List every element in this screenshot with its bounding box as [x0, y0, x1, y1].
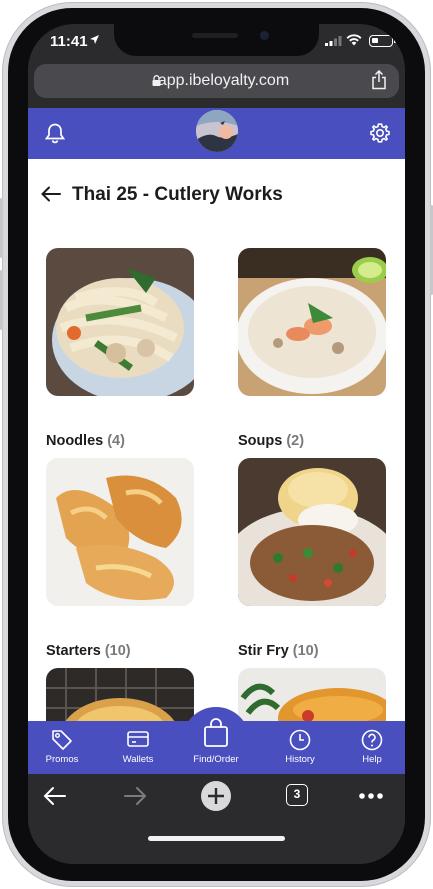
volume-up-button [0, 198, 3, 258]
browser-back-icon[interactable] [42, 784, 68, 808]
home-indicator[interactable] [148, 836, 285, 841]
category-name: Starters [46, 643, 101, 659]
category-image-stir-fry[interactable] [238, 458, 386, 606]
tab-help[interactable]: Help [342, 721, 402, 774]
screen: 11:41 app.ibeloyalty.com Thai 25 - Cutle… [28, 24, 405, 864]
category-label-starters[interactable]: Starters (10) [46, 643, 131, 659]
avatar-image [196, 110, 238, 152]
avatar[interactable] [196, 110, 238, 152]
address-bar[interactable]: app.ibeloyalty.com [34, 64, 399, 98]
tabs-count-button[interactable]: 3 [286, 784, 308, 806]
tag-icon [52, 730, 72, 750]
tab-wallets[interactable]: Wallets [108, 721, 168, 774]
category-label-soups[interactable]: Soups (2) [238, 433, 304, 449]
category-count: (10) [104, 643, 131, 659]
category-count: (10) [292, 643, 319, 659]
shopping-bag-icon [204, 718, 228, 747]
url-text: app.ibeloyalty.com [34, 72, 399, 90]
battery-icon [369, 35, 393, 47]
category-image-5[interactable] [46, 668, 194, 721]
category-label-stir-fry[interactable]: Stir Fry (10) [238, 643, 319, 659]
category-image-noodles[interactable] [46, 248, 194, 396]
category-count: (4) [107, 433, 125, 449]
gear-icon[interactable] [369, 122, 391, 144]
location-arrow-icon [90, 35, 99, 44]
clock-icon [289, 729, 311, 751]
category-name: Soups [238, 433, 283, 449]
more-icon[interactable] [358, 792, 384, 800]
share-icon[interactable] [371, 70, 387, 90]
tab-history[interactable]: History [270, 721, 330, 774]
category-label-noodles[interactable]: Noodles (4) [46, 433, 125, 449]
notch [114, 24, 319, 56]
browser-toolbar: 3 [28, 774, 405, 864]
app-header [28, 108, 405, 159]
front-camera [260, 31, 269, 40]
tab-label: Find/Order [193, 754, 239, 765]
tabs-count: 3 [293, 787, 301, 801]
category-image-soups[interactable] [238, 248, 386, 396]
volume-down-button [0, 270, 3, 330]
url-value: app.ibeloyalty.com [157, 72, 290, 89]
tab-label: History [285, 754, 315, 765]
back-arrow-icon[interactable] [40, 185, 62, 203]
tab-label: Help [362, 754, 382, 765]
wifi-icon [346, 34, 362, 46]
wallet-card-icon [127, 731, 149, 747]
browser-forward-icon[interactable] [122, 784, 148, 808]
status-time: 11:41 [50, 33, 88, 50]
battery-tip [394, 38, 396, 43]
page-title: Thai 25 - Cutlery Works [72, 184, 283, 205]
category-image-6[interactable] [238, 668, 386, 721]
tab-find-order[interactable]: Find/Order [186, 718, 246, 774]
status-bar: 11:41 [28, 24, 405, 60]
signal-icon [325, 36, 342, 46]
new-tab-icon[interactable] [200, 780, 232, 812]
menu-categories: Thai 25 - Cutlery Works Noodles (4) Soup… [28, 159, 405, 721]
category-count: (2) [286, 433, 305, 449]
tab-label: Promos [45, 754, 79, 765]
tab-label: Wallets [122, 754, 154, 765]
bottom-tab-bar: Promos Wallets Find/Order History Help [28, 707, 405, 774]
category-name: Noodles [46, 433, 104, 449]
category-image-starters[interactable] [46, 458, 194, 606]
bell-icon[interactable] [44, 122, 66, 144]
category-name: Stir Fry [238, 643, 289, 659]
tab-promos[interactable]: Promos [32, 721, 92, 774]
help-icon [361, 729, 383, 751]
speaker [192, 33, 238, 38]
